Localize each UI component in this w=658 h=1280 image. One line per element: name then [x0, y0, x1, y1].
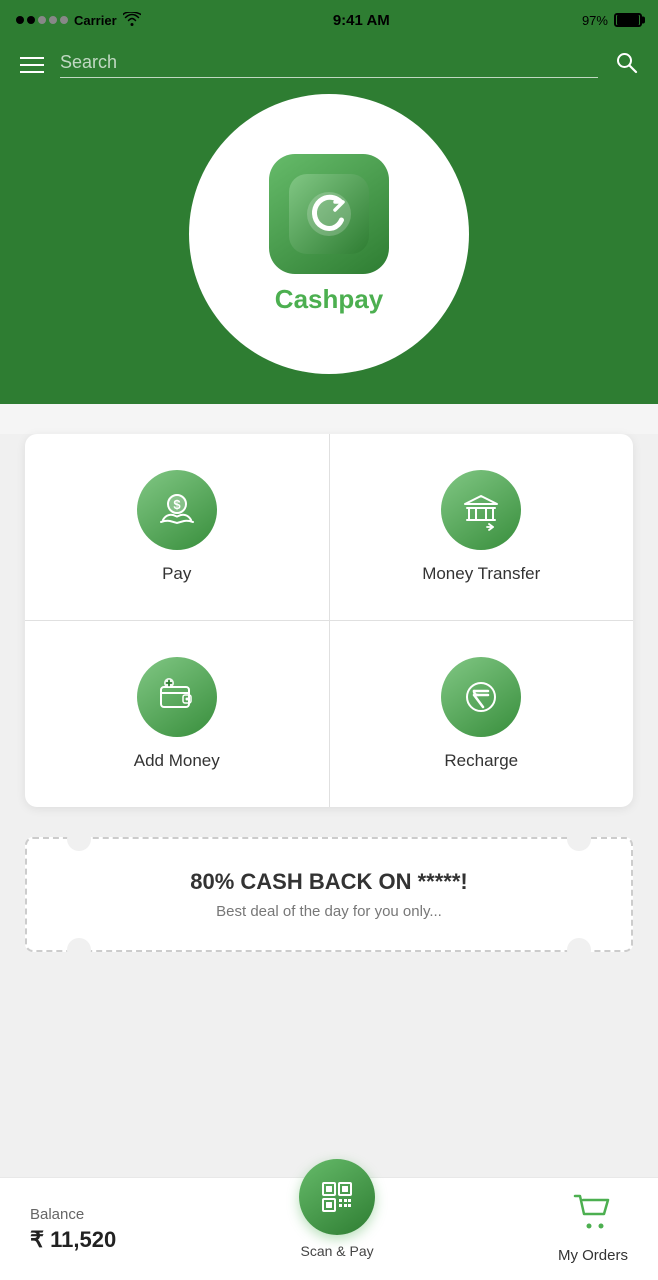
money-transfer-icon-circle [441, 470, 521, 550]
signal-dots [16, 16, 68, 24]
balance-label: Balance [30, 1206, 116, 1223]
recharge-cell[interactable]: Recharge [330, 621, 634, 807]
promo-notch-tr [567, 827, 591, 851]
bottom-spacer [0, 982, 658, 1092]
my-orders-button[interactable]: My Orders [558, 1194, 628, 1264]
balance-section: Balance ₹ 11,520 [30, 1206, 116, 1253]
battery-percent: 97% [582, 13, 608, 28]
grid-row-2: Add Money Recharge [25, 620, 633, 807]
promo-subtitle: Best deal of the day for you only... [47, 903, 611, 920]
search-bar [0, 40, 658, 94]
hero-logo-circle: Cashpay [189, 94, 469, 374]
battery-icon [614, 13, 642, 27]
search-icon[interactable] [614, 50, 638, 80]
bottom-bar: Balance ₹ 11,520 Scan & Pay [0, 1177, 658, 1280]
status-left: Carrier [16, 12, 141, 29]
qr-scan-icon [315, 1175, 359, 1219]
services-grid: $ Pay Money [25, 434, 633, 807]
pay-cell[interactable]: $ Pay [25, 434, 330, 620]
hero-section: Cashpay [0, 94, 658, 404]
main-content: $ Pay Money [0, 434, 658, 1234]
search-wrapper [60, 52, 598, 78]
cart-icon [573, 1194, 613, 1239]
scan-pay-button[interactable]: Scan & Pay [299, 1199, 375, 1259]
wifi-icon [123, 12, 141, 29]
balance-amount: ₹ 11,520 [30, 1227, 116, 1253]
promo-title: 80% CASH BACK ON *****! [47, 869, 611, 895]
hamburger-line-3 [20, 71, 44, 73]
app-name: Cashpay [275, 284, 383, 315]
app-logo-icon [269, 154, 389, 274]
svg-text:$: $ [173, 497, 181, 512]
promo-banner[interactable]: 80% CASH BACK ON *****! Best deal of the… [25, 837, 633, 952]
scan-pay-label: Scan & Pay [301, 1243, 374, 1259]
pay-icon-circle: $ [137, 470, 217, 550]
my-orders-label: My Orders [558, 1247, 628, 1264]
recharge-label: Recharge [444, 751, 518, 771]
search-input[interactable] [60, 52, 598, 73]
status-bar: Carrier 9:41 AM 97% [0, 0, 658, 40]
money-transfer-icon [459, 488, 503, 532]
menu-button[interactable] [20, 57, 44, 73]
cart-svg [573, 1194, 613, 1230]
carrier-label: Carrier [74, 13, 117, 28]
promo-notch-tl [67, 827, 91, 851]
dot-4 [49, 16, 57, 24]
promo-notch-bl [67, 938, 91, 962]
money-transfer-cell[interactable]: Money Transfer [330, 434, 634, 620]
add-money-label: Add Money [134, 751, 220, 771]
pay-label: Pay [162, 564, 191, 584]
promo-notch-br [567, 938, 591, 962]
hamburger-line-1 [20, 57, 44, 59]
dot-2 [27, 16, 35, 24]
status-time: 9:41 AM [333, 12, 390, 29]
dot-5 [60, 16, 68, 24]
battery-fill [617, 15, 639, 25]
add-money-icon-circle [137, 657, 217, 737]
pay-icon: $ [155, 488, 199, 532]
recharge-icon-circle [441, 657, 521, 737]
dot-1 [16, 16, 24, 24]
grid-row-1: $ Pay Money [25, 434, 633, 620]
status-right: 97% [582, 13, 642, 28]
logo-svg [289, 174, 369, 254]
add-money-cell[interactable]: Add Money [25, 621, 330, 807]
scan-icon-circle [299, 1159, 375, 1235]
recharge-icon [459, 675, 503, 719]
dot-3 [38, 16, 46, 24]
add-money-icon [155, 675, 199, 719]
hamburger-line-2 [20, 64, 44, 66]
money-transfer-label: Money Transfer [422, 564, 540, 584]
